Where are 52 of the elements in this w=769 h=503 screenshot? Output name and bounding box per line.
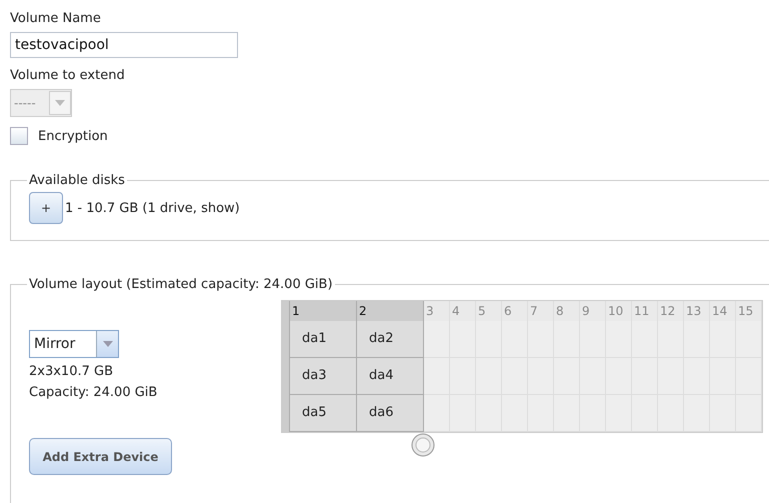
caret-icon <box>102 341 112 347</box>
empty-grid-cell <box>424 358 450 395</box>
empty-grid-cell <box>736 358 762 395</box>
disk-cell[interactable]: da3 <box>290 358 357 395</box>
layout-dropdown[interactable]: Mirror <box>29 330 119 358</box>
empty-grid-cell <box>632 395 658 432</box>
empty-grid-cell <box>580 395 606 432</box>
empty-grid-cell <box>450 395 476 432</box>
empty-grid-cell <box>554 395 580 432</box>
add-extra-device-button[interactable]: Add Extra Device <box>29 438 172 475</box>
geometry-text: 2x3x10.7 GB <box>29 364 114 379</box>
disk-cell[interactable]: da4 <box>357 358 424 395</box>
column-header: 6 <box>502 301 528 321</box>
panel-legend: Available disks <box>27 173 127 188</box>
empty-grid-cell <box>684 395 710 432</box>
disk-cell[interactable]: da6 <box>357 395 424 432</box>
field-label: Volume to extend <box>10 68 125 83</box>
column-header: 3 <box>424 301 450 321</box>
empty-grid-cell <box>736 395 762 432</box>
column-header: 12 <box>658 301 684 321</box>
column-header: 10 <box>606 301 632 321</box>
disk-cell[interactable]: da5 <box>290 395 357 432</box>
resize-handle-icon[interactable] <box>411 433 435 457</box>
volume-name-field[interactable]: testovacipool <box>10 32 238 58</box>
column-header: 7 <box>528 301 554 321</box>
panel-legend: Volume layout (Estimated capacity: 24.00 GiB) <box>27 277 335 292</box>
empty-grid-cell <box>476 395 502 432</box>
empty-grid-cell <box>502 395 528 432</box>
empty-grid-cell <box>528 395 554 432</box>
column-header: 1 <box>290 301 357 321</box>
encryption-checkbox[interactable] <box>10 127 28 145</box>
column-header: 4 <box>450 301 476 321</box>
column-header: 11 <box>632 301 658 321</box>
checkbox-label: Encryption <box>38 128 108 144</box>
disk-group-label: 1 - 10.7 GB (1 drive, show) <box>65 200 240 216</box>
expand-button[interactable]: + <box>29 192 63 224</box>
capacity-text: Capacity: 24.00 GiB <box>29 385 158 400</box>
column-header: 8 <box>554 301 580 321</box>
field-label: Volume Name <box>10 11 101 26</box>
disk-cell[interactable]: da1 <box>290 321 357 358</box>
empty-grid-cell <box>710 395 736 432</box>
empty-grid-cell <box>424 395 450 432</box>
disk-cell[interactable]: da2 <box>357 321 424 358</box>
caret-icon <box>55 100 65 106</box>
column-header: 9 <box>580 301 606 321</box>
column-header: 13 <box>684 301 710 321</box>
column-header: 2 <box>357 301 424 321</box>
column-header: 14 <box>710 301 736 321</box>
empty-grid-cell <box>606 395 632 432</box>
column-header: 5 <box>476 301 502 321</box>
empty-grid-cell <box>658 395 684 432</box>
column-header: 15 <box>736 301 762 321</box>
